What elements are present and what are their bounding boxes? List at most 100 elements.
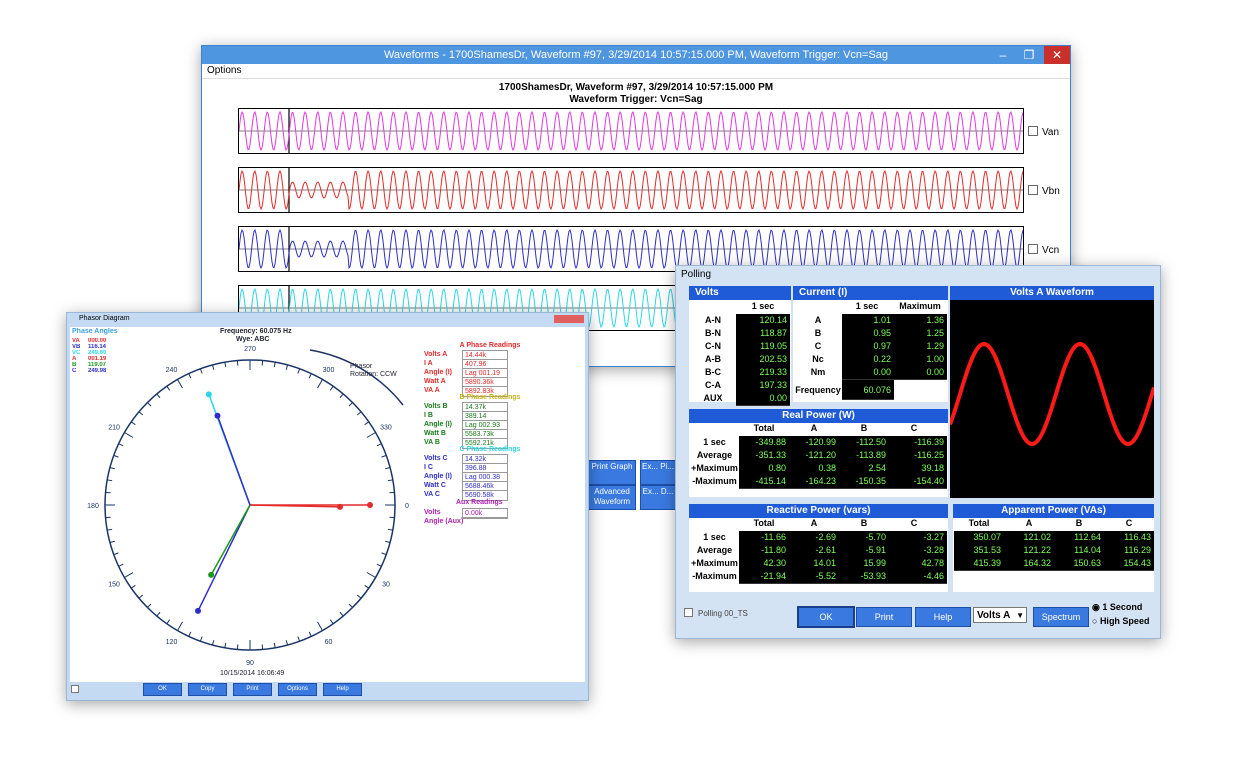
- reactive_power-col-header: B: [860, 518, 868, 528]
- apparent-cell: 350.07: [954, 531, 1004, 545]
- polling-window: Polling Volts 1 sec Current (I) 1 sec Ma…: [675, 265, 1161, 639]
- print-button[interactable]: Print: [856, 607, 912, 627]
- reactive_power-col-header: C: [910, 518, 918, 528]
- apparent-cell: 154.43: [1104, 557, 1154, 571]
- real_power-empty-row: [739, 488, 947, 489]
- dial-tick-label: 270: [244, 346, 256, 353]
- real_power-cell: -164.23: [789, 475, 839, 489]
- radio-1-second[interactable]: ◉ 1 Second: [1092, 602, 1142, 613]
- phase-angles-title: Phase Angles: [72, 328, 118, 335]
- phasor-help-button[interactable]: Help: [323, 683, 362, 696]
- export-picture-button[interactable]: Ex... Pi...: [640, 460, 676, 485]
- reactive_power-col-header: Total: [753, 518, 775, 528]
- current-row-1sec: 0.22: [842, 353, 894, 367]
- real_power-row-label: 1 sec: [703, 437, 726, 447]
- waveforms-titlebar: Waveforms - 1700ShamesDr, Waveform #97, …: [202, 46, 1070, 64]
- angle-label: C: [72, 368, 77, 374]
- reactive_power-cell: -3.28: [889, 544, 947, 558]
- apparent-cell: 150.63: [1054, 557, 1104, 571]
- reactive_power-cell: 14.01: [789, 557, 839, 571]
- apparent-col-header: Total: [968, 518, 990, 528]
- minimize-icon[interactable]: –: [990, 46, 1016, 64]
- trace-checkbox-van[interactable]: Van: [1028, 126, 1059, 139]
- reactive_power-col-header: A: [810, 518, 818, 528]
- reactive_power-cell: -5.91: [839, 544, 889, 558]
- real_power-cell: -113.89: [839, 449, 889, 463]
- volts-row-label: B-C: [705, 367, 721, 377]
- apparent-col-header: C: [1125, 518, 1133, 528]
- polling-checkbox[interactable]: Polling 00_TS: [684, 608, 748, 618]
- rotation-text: Phasor Rotation: CCW: [350, 363, 397, 378]
- phasor-vector: [197, 504, 251, 612]
- dial-tick-label: 240: [166, 367, 178, 374]
- volts-row-value: 219.33: [736, 366, 790, 380]
- real_power-col-header: B: [860, 423, 868, 433]
- reactive_power-cell: -5.52: [789, 570, 839, 584]
- menu-options[interactable]: Options: [207, 65, 241, 76]
- volts-title: Volts: [689, 286, 791, 300]
- real_power-cell: -415.14: [739, 475, 789, 489]
- trace-checkbox-vcn[interactable]: Vcn: [1028, 244, 1059, 257]
- volts-row-label: AUX: [703, 393, 723, 403]
- current-row-label: B: [814, 328, 822, 338]
- phasor-checkbox[interactable]: [71, 685, 79, 693]
- channel-select[interactable]: Volts A ▼: [973, 607, 1027, 623]
- apparent-cell: 114.04: [1054, 544, 1104, 558]
- c-reading-label: VA C: [424, 491, 440, 498]
- phasor-canvas: 270 300 330 0 30 60 90 120 150 180 210 240 Frequenc…: [70, 327, 585, 682]
- volts-row-value: 120.14: [736, 314, 790, 328]
- current-row-label: Nc: [812, 354, 824, 364]
- reactive_power-cell: -11.66: [739, 531, 789, 545]
- trace-checkbox-vbn[interactable]: Vbn: [1028, 185, 1060, 198]
- real_power-cell: 39.18: [889, 462, 947, 476]
- aux-readings-title: Aux Readings: [456, 499, 503, 506]
- volts-row-label: A-N: [705, 315, 721, 325]
- real-power-title: Real Power (W): [689, 409, 948, 423]
- phasor-print-button[interactable]: Print: [233, 683, 272, 696]
- menu-bar: Options: [202, 64, 1070, 79]
- current-row-max: 1.25: [894, 327, 947, 341]
- b-reading-label: VA B: [424, 439, 440, 446]
- phasor-copy-button[interactable]: Copy: [188, 683, 227, 696]
- restore-icon[interactable]: ❐: [1016, 46, 1042, 64]
- dial-tick-label: 60: [325, 639, 333, 646]
- radio-high-speed[interactable]: ○ High Speed: [1092, 616, 1149, 626]
- dial-tick-label: 90: [246, 660, 254, 667]
- real_power-cell: -154.40: [889, 475, 947, 489]
- spectrum-button[interactable]: Spectrum: [1033, 607, 1089, 627]
- volts-a-waveform-panel: [948, 286, 1156, 498]
- volts-a-waveform-title: Volts A Waveform: [950, 286, 1154, 300]
- current-row-max: 1.36: [894, 314, 947, 328]
- phasor-ok-button[interactable]: OK: [143, 683, 182, 696]
- dial-tick-label: 210: [108, 425, 120, 432]
- frequency-text: Frequency: 60.075 Hz: [220, 328, 292, 335]
- advanced-waveform-button[interactable]: Advanced Waveform: [588, 485, 636, 510]
- phasor-vector: [210, 504, 251, 576]
- export-data-button[interactable]: Ex... D...: [640, 485, 676, 510]
- current-col-max: Maximum: [899, 301, 941, 311]
- timestamp: 10/15/2014 16:06:49: [220, 670, 285, 677]
- real_power-row-label: +Maximum: [691, 463, 738, 473]
- apparent-cell: 351.53: [954, 544, 1004, 558]
- current-row-1sec: 0.97: [842, 340, 894, 354]
- waveform-header-line1: 1700ShamesDr, Waveform #97, 3/29/2014 10…: [498, 82, 774, 93]
- volts-row-label: C-A: [705, 380, 721, 390]
- reactive_power-cell: 42.30: [739, 557, 789, 571]
- print-graph-button[interactable]: Print Graph: [588, 460, 636, 485]
- apparent-col-header: B: [1075, 518, 1083, 528]
- volts-row-value: 197.33: [736, 379, 790, 393]
- close-icon[interactable]: [554, 315, 584, 323]
- current-col-1sec: 1 sec: [855, 301, 879, 311]
- ok-button[interactable]: OK: [797, 606, 855, 628]
- help-button[interactable]: Help: [915, 607, 971, 627]
- phasor-options-button[interactable]: Options: [278, 683, 317, 696]
- real_power-row-label: -Maximum: [692, 476, 737, 486]
- reactive_power-cell: -21.94: [739, 570, 789, 584]
- frequency-label: Frequency: [795, 385, 841, 395]
- real_power-col-header: A: [810, 423, 818, 433]
- apparent-col-header: A: [1025, 518, 1033, 528]
- dial-tick-label: 300: [323, 367, 335, 374]
- close-icon[interactable]: ✕: [1044, 46, 1070, 64]
- current-row-max: 1.29: [894, 340, 947, 354]
- real_power-cell: -120.99: [789, 436, 839, 450]
